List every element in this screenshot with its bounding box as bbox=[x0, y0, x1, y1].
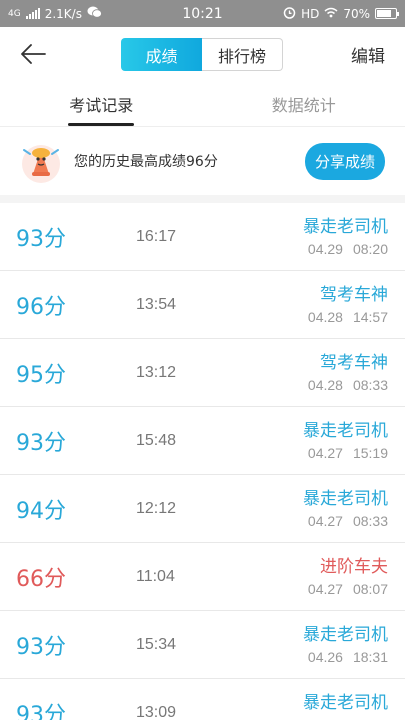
record-date: 04.27 bbox=[307, 444, 343, 461]
wifi-icon bbox=[324, 7, 338, 21]
record-info: 暴走老司机 04.27 08:33 bbox=[303, 488, 388, 530]
record-title: 暴走老司机 bbox=[303, 692, 388, 713]
record-datetime: 04.27 08:07 bbox=[308, 580, 388, 598]
record-time: 15:19 bbox=[352, 444, 388, 461]
record-duration: 11:04 bbox=[136, 567, 175, 585]
record-row[interactable]: 66分 11:04 进阶车夫 04.27 08:07 bbox=[0, 543, 405, 611]
best-score-text: 您的历史最高成绩96分 bbox=[74, 154, 218, 170]
record-duration: 12:12 bbox=[136, 499, 177, 517]
record-score: 96分 bbox=[16, 294, 66, 320]
signal-icon bbox=[25, 8, 40, 19]
wechat-icon bbox=[87, 6, 102, 21]
record-date: 04.28 bbox=[307, 308, 343, 325]
record-info: 暴走老司机 04.29 08:20 bbox=[303, 216, 388, 258]
record-score: 93分 bbox=[16, 634, 66, 660]
record-info: 驾考车神 04.28 14:57 bbox=[308, 284, 388, 326]
record-datetime: 04.27 15:19 bbox=[303, 444, 388, 462]
segment-leaderboard[interactable]: 排行榜 bbox=[202, 38, 283, 71]
record-title: 驾考车神 bbox=[320, 284, 388, 305]
record-datetime: 04.27 08:33 bbox=[303, 512, 388, 530]
record-duration: 16:17 bbox=[136, 227, 177, 245]
tab-bar: 考试记录 数据统计 bbox=[0, 81, 405, 127]
navbar: 成绩 排行榜 编辑 bbox=[0, 27, 405, 81]
record-info: 暴走老司机 bbox=[303, 692, 388, 720]
share-score-button[interactable]: 分享成绩 bbox=[304, 142, 385, 180]
tab-exam-records[interactable]: 考试记录 bbox=[0, 81, 203, 126]
segment-scores[interactable]: 成绩 bbox=[121, 38, 202, 71]
record-datetime: 04.28 08:33 bbox=[308, 376, 388, 394]
record-title: 暴走老司机 bbox=[303, 420, 388, 441]
record-time: 14:57 bbox=[352, 308, 388, 325]
best-score-banner: 您的历史最高成绩96分 分享成绩 bbox=[0, 127, 405, 203]
record-row[interactable]: 94分 12:12 暴走老司机 04.27 08:33 bbox=[0, 475, 405, 543]
record-score: 95分 bbox=[16, 362, 66, 388]
record-info: 进阶车夫 04.27 08:07 bbox=[308, 556, 388, 598]
exam-record-list: 93分 16:17 暴走老司机 04.29 08:20 96分 13:54 驾考车… bbox=[0, 203, 405, 720]
record-date: 04.27 bbox=[307, 512, 343, 529]
record-time: 08:07 bbox=[352, 580, 388, 597]
edit-button[interactable]: 编辑 bbox=[351, 42, 385, 67]
record-duration: 13:54 bbox=[136, 295, 177, 313]
record-score: 66分 bbox=[16, 566, 66, 592]
record-date: 04.29 bbox=[307, 240, 343, 257]
record-date: 04.27 bbox=[307, 580, 343, 597]
record-score: 94分 bbox=[16, 498, 66, 524]
record-title: 暴走老司机 bbox=[303, 624, 388, 645]
record-date: 04.28 bbox=[307, 376, 343, 393]
record-duration: 15:48 bbox=[136, 431, 177, 449]
record-title: 暴走老司机 bbox=[303, 488, 388, 509]
record-row[interactable]: 93分 16:17 暴走老司机 04.29 08:20 bbox=[0, 203, 405, 271]
record-title: 进阶车夫 bbox=[320, 556, 388, 577]
record-score: 93分 bbox=[16, 702, 66, 720]
record-duration: 13:09 bbox=[136, 703, 177, 720]
record-info: 暴走老司机 04.26 18:31 bbox=[303, 624, 388, 666]
record-title: 驾考车神 bbox=[320, 352, 388, 373]
record-row[interactable]: 95分 13:12 驾考车神 04.28 08:33 bbox=[0, 339, 405, 407]
record-time: 08:20 bbox=[352, 240, 388, 257]
segment-control: 成绩 排行榜 bbox=[121, 38, 283, 71]
record-score: 93分 bbox=[16, 226, 66, 252]
battery-percent: 70% bbox=[343, 6, 370, 21]
record-datetime bbox=[303, 716, 388, 720]
battery-icon bbox=[375, 8, 399, 19]
record-info: 驾考车神 04.28 08:33 bbox=[308, 352, 388, 394]
record-duration: 15:34 bbox=[136, 635, 177, 653]
tab-statistics[interactable]: 数据统计 bbox=[203, 81, 405, 126]
record-datetime: 04.29 08:20 bbox=[303, 240, 388, 258]
mascot-icon bbox=[18, 138, 64, 184]
network-type: 4G bbox=[8, 8, 21, 19]
record-info: 暴走老司机 04.27 15:19 bbox=[303, 420, 388, 462]
record-row[interactable]: 93分 15:48 暴走老司机 04.27 15:19 bbox=[0, 407, 405, 475]
status-bar: 4G 2.1K/s 10:21 HD 70% bbox=[0, 0, 405, 27]
record-row[interactable]: 93分 13:09 暴走老司机 bbox=[0, 679, 405, 720]
network-speed: 2.1K/s bbox=[44, 6, 82, 21]
record-duration: 13:12 bbox=[136, 363, 177, 381]
hd-label: HD bbox=[301, 6, 320, 21]
record-title: 暴走老司机 bbox=[303, 216, 388, 237]
record-date: 04.26 bbox=[307, 648, 343, 665]
record-score: 93分 bbox=[16, 430, 66, 456]
record-time: 08:33 bbox=[352, 376, 388, 393]
back-arrow-icon[interactable] bbox=[20, 39, 50, 69]
record-time: 08:33 bbox=[352, 512, 388, 529]
alarm-icon bbox=[283, 6, 296, 22]
record-row[interactable]: 93分 15:34 暴走老司机 04.26 18:31 bbox=[0, 611, 405, 679]
record-row[interactable]: 96分 13:54 驾考车神 04.28 14:57 bbox=[0, 271, 405, 339]
record-datetime: 04.26 18:31 bbox=[303, 648, 388, 666]
record-datetime: 04.28 14:57 bbox=[308, 308, 388, 326]
record-time: 18:31 bbox=[352, 648, 388, 665]
